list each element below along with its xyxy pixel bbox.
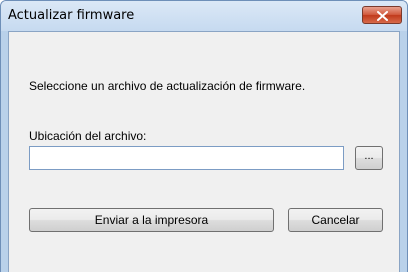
close-button[interactable] — [362, 6, 402, 24]
instruction-text: Seleccione un archivo de actualización d… — [29, 79, 306, 93]
cancel-button[interactable]: Cancelar — [288, 208, 383, 232]
file-location-input[interactable] — [29, 146, 344, 170]
close-icon — [377, 11, 388, 21]
title-bar[interactable]: Actualizar firmware — [1, 1, 407, 31]
window-title: Actualizar firmware — [8, 8, 135, 23]
send-to-printer-button[interactable]: Enviar a la impresora — [29, 208, 274, 232]
browse-button[interactable]: ... — [355, 146, 383, 170]
file-location-label: Ubicación del archivo: — [29, 129, 147, 143]
